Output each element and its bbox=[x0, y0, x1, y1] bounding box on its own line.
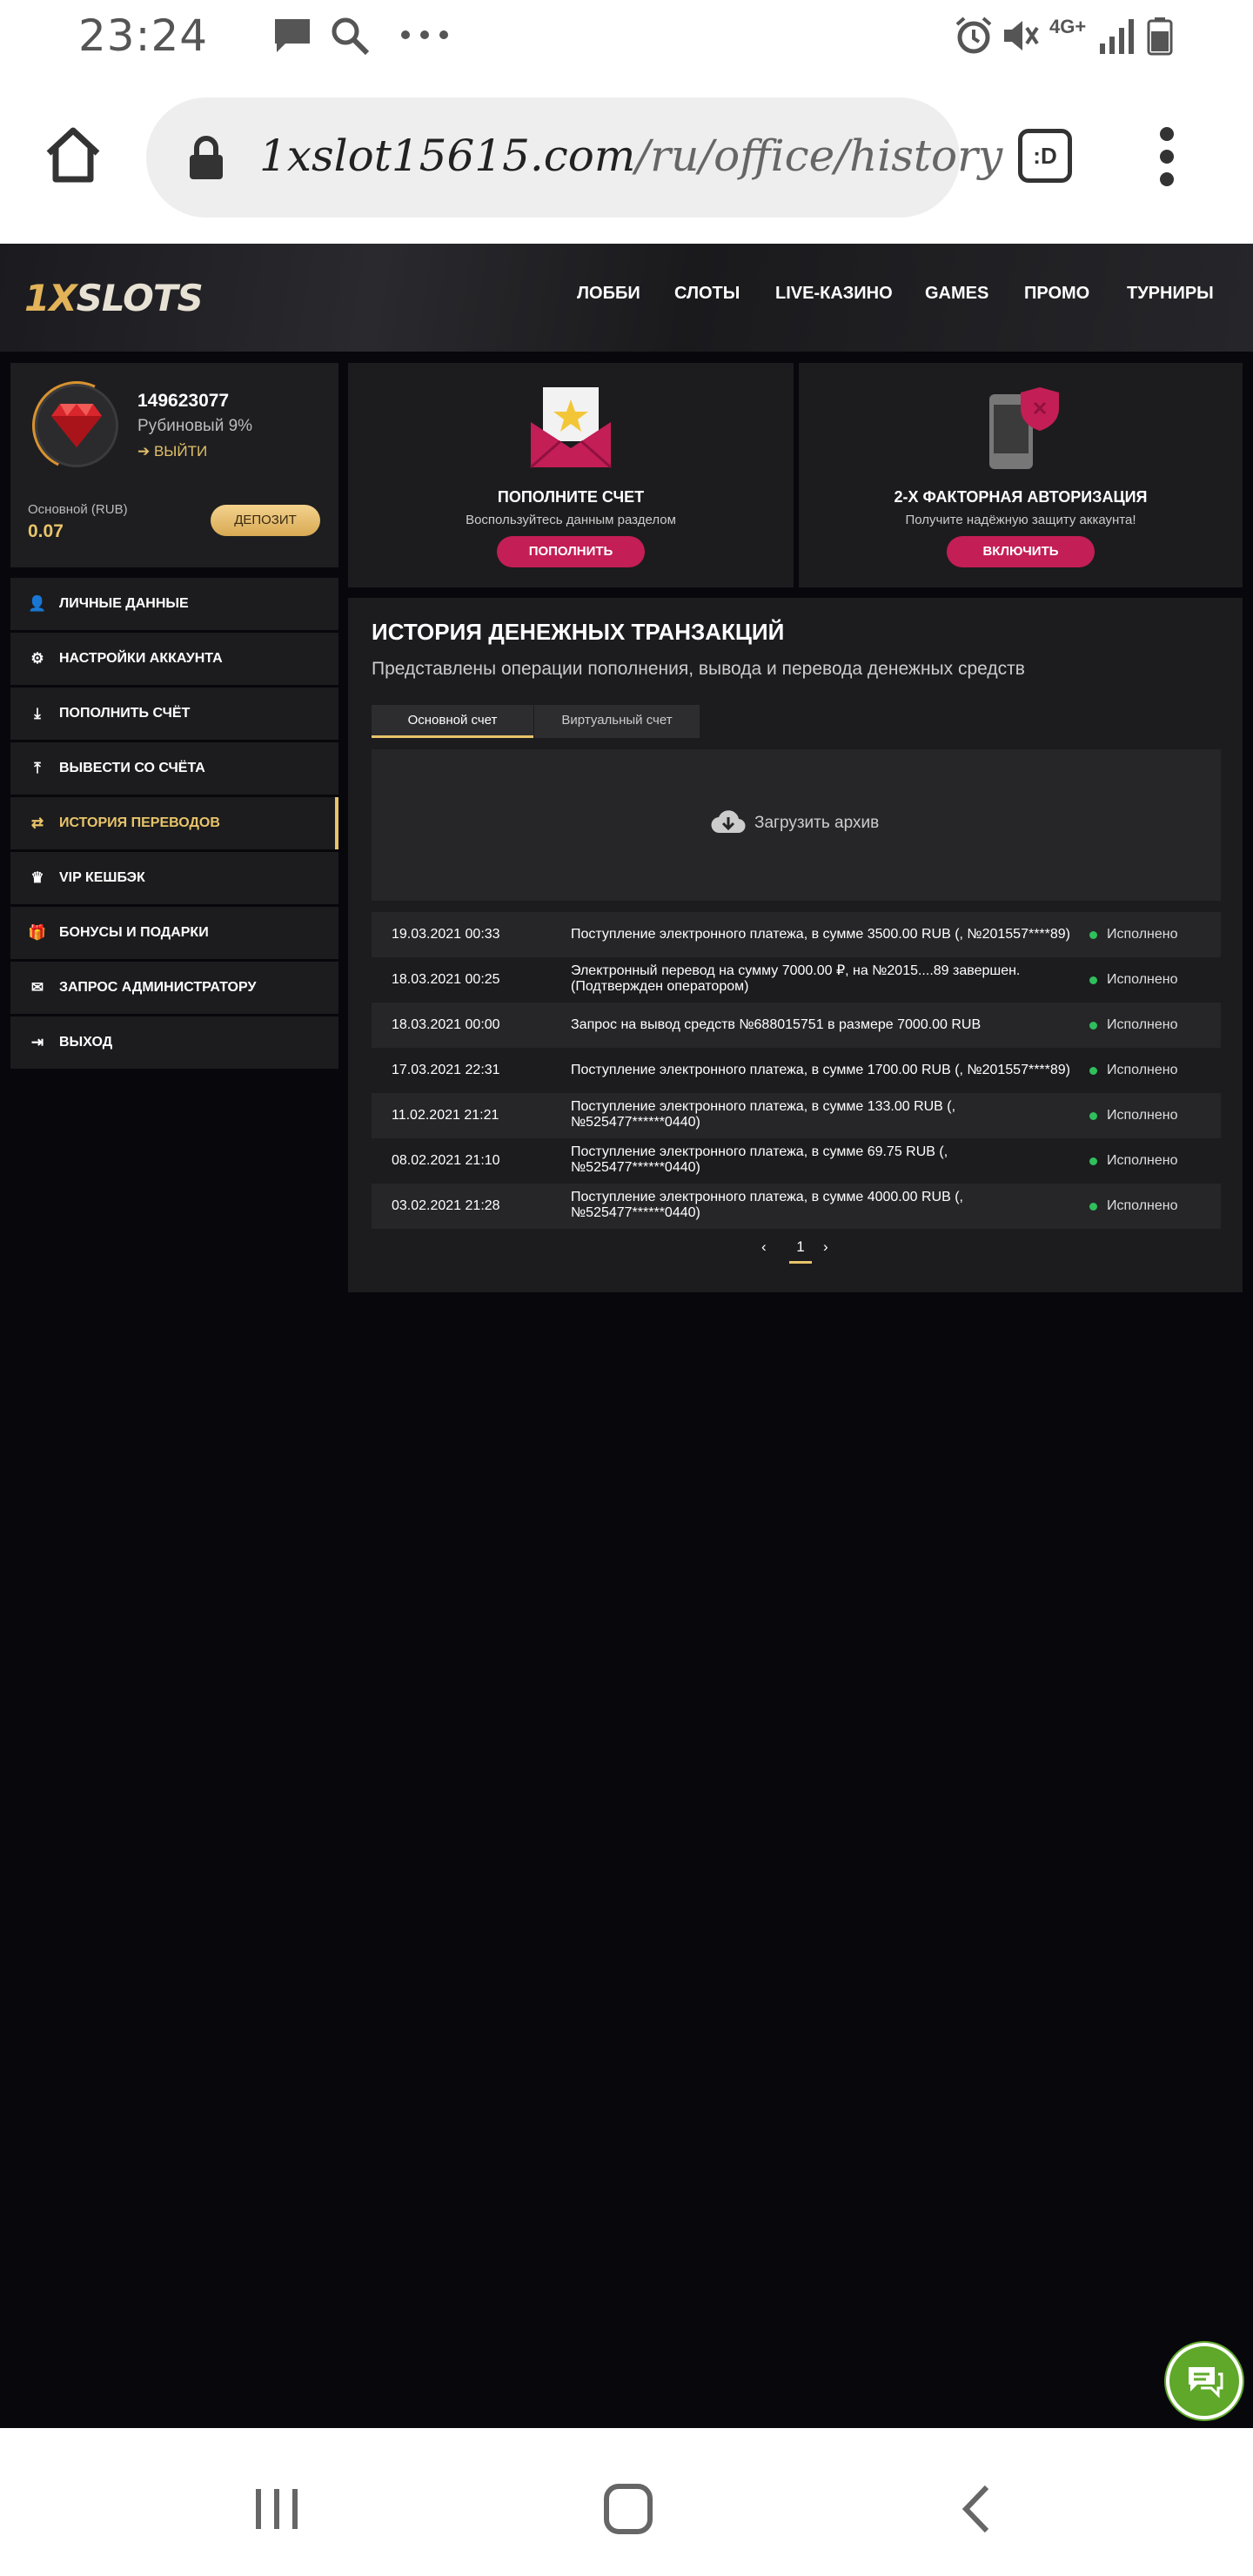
avatar bbox=[35, 384, 118, 467]
pager-prev[interactable]: ‹ bbox=[761, 1238, 767, 1256]
nav-lobby[interactable]: ЛОББИ bbox=[577, 284, 640, 304]
sidebar-item-exit[interactable]: ⇥ ВЫХОД bbox=[10, 1016, 338, 1069]
deposit-button[interactable]: ДЕПОЗИТ bbox=[211, 505, 320, 536]
message-icon bbox=[275, 19, 310, 52]
table-row: 08.02.2021 21:10 Поступление электронного… bbox=[372, 1138, 1221, 1184]
phone-shield-icon bbox=[989, 387, 1059, 469]
logout-icon: ➔ bbox=[137, 443, 154, 460]
network-type: 4G+ bbox=[1049, 16, 1087, 37]
user-plus-icon: 👤 bbox=[28, 595, 47, 612]
twofa-card-title: 2-Х ФАКТОРНАЯ АВТОРИЗАЦИЯ bbox=[894, 488, 1148, 506]
sidebar-item-admin-request[interactable]: ✉ ЗАПРОС АДМИНИСТРАТОРУ bbox=[10, 962, 338, 1014]
browser-menu-icon[interactable] bbox=[1157, 125, 1176, 188]
site-header: 1XSLOTS ЛОББИ СЛОТЫ LIVE-КАЗИНО GAMES ПР… bbox=[0, 244, 1253, 352]
tab-virtual-account[interactable]: Виртуальный счет bbox=[534, 705, 700, 738]
nav-games[interactable]: GAMES bbox=[925, 284, 988, 304]
top-up-button[interactable]: ПОПОЛНИТЬ bbox=[497, 536, 645, 567]
upload-icon: ⤒ bbox=[34, 760, 41, 776]
user-rank: Рубиновый 9% bbox=[137, 417, 253, 435]
balance-value: 0.07 bbox=[28, 521, 64, 541]
enable-2fa-button[interactable]: ВКЛЮЧИТЬ bbox=[947, 536, 1095, 567]
user-id: 149623077 bbox=[137, 391, 230, 411]
table-row: 19.03.2021 00:33 Поступление электронного… bbox=[372, 912, 1221, 957]
nav-slots[interactable]: СЛОТЫ bbox=[674, 284, 740, 304]
twofa-card: 2-Х ФАКТОРНАЯ АВТОРИЗАЦИЯ Получите надёж… bbox=[799, 363, 1243, 587]
page-subtitle: Представлены операции пополнения, вывода… bbox=[372, 659, 1025, 679]
tab-main-account[interactable]: Основной счет bbox=[372, 705, 533, 738]
home-nav-icon[interactable] bbox=[602, 2482, 654, 2536]
ruby-icon bbox=[51, 404, 102, 447]
gears-icon: ⚙ bbox=[30, 650, 44, 667]
status-time: 23:24 bbox=[78, 10, 209, 61]
url-host: 1xslot15615.com bbox=[259, 131, 636, 181]
nav-promo[interactable]: ПРОМО bbox=[1024, 284, 1089, 304]
sidebar-item-deposit[interactable]: ⤓ ПОПОЛНИТЬ СЧЁТ bbox=[10, 688, 338, 740]
status-dot bbox=[1089, 1067, 1097, 1075]
table-row: 11.02.2021 21:21 Поступление электронного… bbox=[372, 1093, 1221, 1138]
sidebar-item-withdraw[interactable]: ⤒ ВЫВЕСТИ СО СЧЁТА bbox=[10, 742, 338, 795]
table-row: 03.02.2021 21:28 Поступление электронного… bbox=[372, 1184, 1221, 1229]
sidebar-item-personal-data[interactable]: 👤 ЛИЧНЫЕ ДАННЫЕ bbox=[10, 578, 338, 630]
system-nav-bar bbox=[0, 2428, 1253, 2576]
more-notifications-icon bbox=[401, 30, 448, 39]
status-bar: 23:24 4G+ bbox=[0, 0, 1253, 71]
sidebar-item-vip-cashback[interactable]: ♛ VIP КЕШБЭК bbox=[10, 852, 338, 904]
deposit-card-subtitle: Воспользуйтесь данным разделом bbox=[466, 513, 676, 527]
site-logo[interactable]: 1XSLOTS bbox=[24, 277, 204, 319]
exchange-icon: ⇄ bbox=[30, 815, 44, 831]
sign-out-icon: ⇥ bbox=[30, 1034, 44, 1050]
mute-icon bbox=[1004, 21, 1039, 50]
nav-live-casino[interactable]: LIVE-КАЗИНО bbox=[775, 284, 893, 304]
status-dot bbox=[1089, 1157, 1097, 1165]
archive-download-label: Загрузить архив bbox=[754, 814, 880, 832]
gift-icon: 🎁 bbox=[28, 924, 47, 941]
crown-icon: ♛ bbox=[30, 869, 44, 886]
sidebar-item-account-settings[interactable]: ⚙ НАСТРОЙКИ АККАУНТА bbox=[10, 633, 338, 685]
download-icon: ⤓ bbox=[34, 705, 41, 721]
page-title: ИСТОРИЯ ДЕНЕЖНЫХ ТРАНЗАКЦИЙ bbox=[372, 619, 785, 645]
lock-icon bbox=[190, 136, 223, 179]
pager-page-1[interactable]: 1 bbox=[789, 1238, 812, 1264]
search-status-icon bbox=[332, 17, 370, 56]
chat-button[interactable] bbox=[1166, 2343, 1243, 2419]
signal-icon bbox=[1100, 19, 1134, 54]
home-icon[interactable] bbox=[42, 124, 104, 186]
profile-card: 149623077 Рубиновый 9% ➔ ВЫЙТИ Основной … bbox=[10, 363, 338, 567]
sidebar: 149623077 Рубиновый 9% ➔ ВЫЙТИ Основной … bbox=[10, 363, 338, 1071]
alarm-icon bbox=[955, 17, 992, 54]
table-row: 18.03.2021 00:00 Запрос на вывод средств … bbox=[372, 1003, 1221, 1048]
archive-download[interactable]: Загрузить архив bbox=[372, 749, 1221, 901]
balance-label: Основной (RUB) bbox=[28, 502, 128, 517]
status-dot bbox=[1089, 976, 1097, 984]
logout-link[interactable]: ➔ ВЫЙТИ bbox=[137, 443, 207, 460]
status-dot bbox=[1089, 1022, 1097, 1030]
nav-tournaments[interactable]: ТУРНИРЫ bbox=[1127, 284, 1214, 304]
deposit-card: ПОПОЛНИТЕ СЧЕТ Воспользуйтесь данным раз… bbox=[348, 363, 794, 587]
status-dot bbox=[1089, 1112, 1097, 1120]
url-path: /ru/office/history bbox=[635, 131, 1003, 181]
sidebar-menu: 👤 ЛИЧНЫЕ ДАННЫЕ ⚙ НАСТРОЙКИ АККАУНТА ⤓ ПОПО… bbox=[10, 578, 338, 1069]
twofa-card-subtitle: Получите надёжную защиту аккаунта! bbox=[905, 513, 1136, 527]
back-icon[interactable] bbox=[959, 2482, 994, 2536]
deposit-card-title: ПОПОЛНИТЕ СЧЕТ bbox=[497, 488, 645, 506]
browser-toolbar: 1xslot15615.com/ru/office/history :D bbox=[0, 71, 1253, 244]
pager-next[interactable]: › bbox=[823, 1238, 828, 1256]
sidebar-item-transfer-history[interactable]: ⇄ ИСТОРИЯ ПЕРЕВОДОВ bbox=[10, 797, 338, 849]
history-panel: ИСТОРИЯ ДЕНЕЖНЫХ ТРАНЗАКЦИЙ Представлены… bbox=[348, 598, 1243, 1292]
recent-apps-icon[interactable] bbox=[252, 2485, 301, 2532]
sidebar-item-bonuses[interactable]: 🎁 БОНУСЫ И ПОДАРКИ bbox=[10, 907, 338, 959]
envelope-icon: ✉ bbox=[30, 979, 44, 996]
status-dot bbox=[1089, 1203, 1097, 1211]
table-row: 17.03.2021 22:31 Поступление электронного… bbox=[372, 1048, 1221, 1093]
status-dot bbox=[1089, 931, 1097, 939]
tabs-button[interactable]: :D bbox=[1018, 129, 1072, 183]
site-page: 1XSLOTS ЛОББИ СЛОТЫ LIVE-КАЗИНО GAMES ПР… bbox=[0, 244, 1253, 2428]
envelope-star-icon bbox=[530, 387, 612, 469]
battery-icon bbox=[1147, 17, 1173, 56]
url-text: 1xslot15615.com/ru/office/history bbox=[259, 131, 1002, 181]
address-bar[interactable]: 1xslot15615.com/ru/office/history bbox=[146, 97, 1002, 218]
chat-icon bbox=[1189, 2367, 1223, 2398]
cloud-download-icon bbox=[711, 810, 746, 834]
table-row: 18.03.2021 00:25 Электронный перевод на с… bbox=[372, 957, 1221, 1003]
